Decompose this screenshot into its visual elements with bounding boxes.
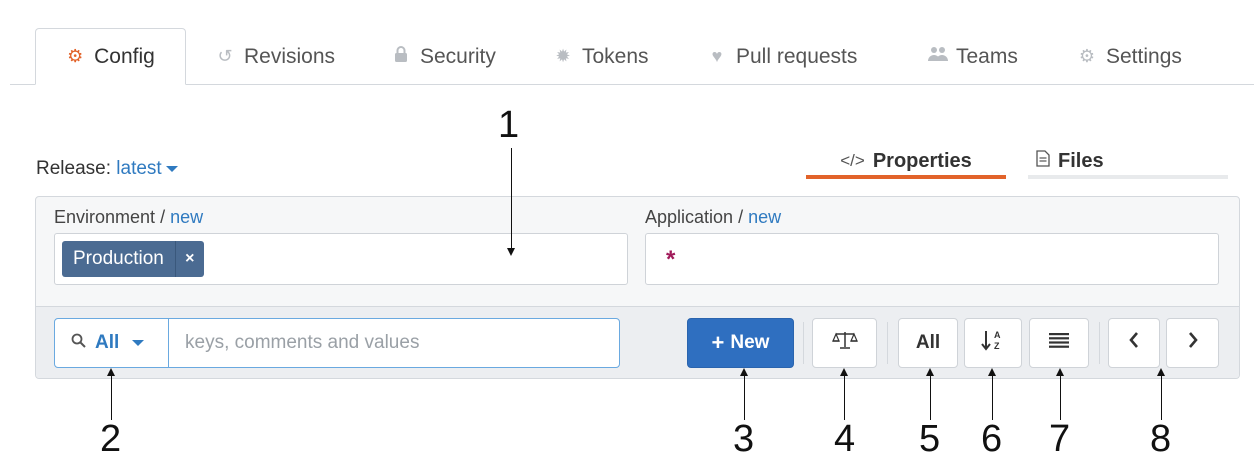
view-tab-label: Properties <box>872 149 972 172</box>
search-scope-dropdown[interactable]: All <box>54 318 169 368</box>
sort-alpha-icon: AZ <box>981 329 1005 357</box>
tab-tokens[interactable]: ✹ Tokens <box>554 28 649 85</box>
new-button-label: New <box>730 332 770 353</box>
tab-pull-requests[interactable]: ♥ Pull requests <box>708 28 858 85</box>
filter-all-button[interactable]: All <box>898 318 958 368</box>
callout-line <box>930 372 931 420</box>
environment-label: Environment / new <box>54 207 204 227</box>
chevron-down-icon <box>132 340 145 346</box>
callout-number: 1 <box>498 104 520 146</box>
chevron-left-icon <box>1128 331 1140 355</box>
callout-number: 8 <box>1150 418 1172 459</box>
search-icon <box>71 332 86 354</box>
callout-number: 3 <box>733 418 755 459</box>
file-icon <box>1036 150 1050 172</box>
list-icon <box>1049 332 1069 354</box>
callout-number: 7 <box>1049 418 1071 459</box>
callout-number: 6 <box>981 418 1003 459</box>
tab-label: Settings <box>1106 44 1182 68</box>
environment-new-link[interactable]: new <box>170 207 203 227</box>
tab-label: Security <box>420 44 496 68</box>
application-new-link[interactable]: new <box>748 207 781 227</box>
callout-line <box>111 372 112 420</box>
callout-number: 5 <box>919 418 941 459</box>
callout-line <box>744 372 745 420</box>
tab-label: Pull requests <box>736 44 858 68</box>
tab-security[interactable]: Security <box>392 28 496 85</box>
tab-label: Config <box>94 44 155 68</box>
svg-text:A: A <box>994 330 1001 340</box>
toolbar-divider <box>887 322 888 364</box>
callout-number: 4 <box>834 418 856 459</box>
tab-label: Teams <box>956 44 1018 68</box>
new-button[interactable]: + New <box>687 318 794 368</box>
svg-text:Z: Z <box>994 341 1000 351</box>
tab-label: Revisions <box>244 44 336 68</box>
users-icon <box>928 46 948 67</box>
tab-config[interactable]: ⚙ Config <box>35 28 186 85</box>
sort-button[interactable]: AZ <box>964 318 1022 368</box>
chevron-right-icon <box>1187 331 1199 355</box>
balance-scale-icon <box>831 330 858 356</box>
environment-chip: Production × <box>62 241 204 277</box>
panel-divider <box>35 306 1240 307</box>
search-scope-label: All <box>95 332 120 353</box>
callout-line <box>992 372 993 420</box>
callout-arrow <box>507 248 515 256</box>
prev-button[interactable] <box>1108 318 1160 368</box>
heartbeat-icon: ♥ <box>711 46 723 66</box>
callout-line <box>1161 372 1162 420</box>
callout-line <box>1060 372 1061 420</box>
next-button[interactable] <box>1166 318 1219 368</box>
code-icon: </> <box>840 151 865 170</box>
callout-line <box>511 148 512 252</box>
view-tab-files[interactable]: Files <box>1028 147 1228 179</box>
application-wildcard: * <box>666 246 676 273</box>
toolbar-divider <box>1099 322 1100 364</box>
tab-teams[interactable]: Teams <box>928 28 1018 85</box>
tab-settings[interactable]: ⚙ Settings <box>1078 28 1182 85</box>
list-view-button[interactable] <box>1029 318 1089 368</box>
callout-line <box>844 372 845 420</box>
application-label: Application / new <box>645 207 782 227</box>
plus-icon: + <box>711 330 725 355</box>
toolbar-divider <box>803 322 804 364</box>
cogs-icon: ⚙ <box>67 46 84 66</box>
compare-button[interactable] <box>812 318 877 368</box>
view-tab-properties[interactable]: </> Properties <box>806 147 1006 179</box>
release-selector[interactable]: Release: latest <box>36 158 178 180</box>
release-value[interactable]: latest <box>116 158 161 179</box>
history-icon: ↺ <box>217 46 233 66</box>
release-label: Release: <box>36 158 111 179</box>
callout-number: 2 <box>100 418 122 459</box>
filter-all-label: All <box>915 332 941 353</box>
chip-label: Production <box>73 248 164 269</box>
application-field[interactable] <box>645 233 1219 285</box>
tab-revisions[interactable]: ↺ Revisions <box>216 28 335 85</box>
chip-remove-button[interactable]: × <box>174 241 204 277</box>
chevron-down-icon <box>165 165 178 172</box>
badge-icon: ✹ <box>555 46 571 66</box>
lock-icon <box>392 46 410 67</box>
view-tab-label: Files <box>1058 149 1104 172</box>
gear-icon: ⚙ <box>1078 46 1096 66</box>
search-input[interactable] <box>168 318 620 368</box>
tab-label: Tokens <box>582 44 649 68</box>
